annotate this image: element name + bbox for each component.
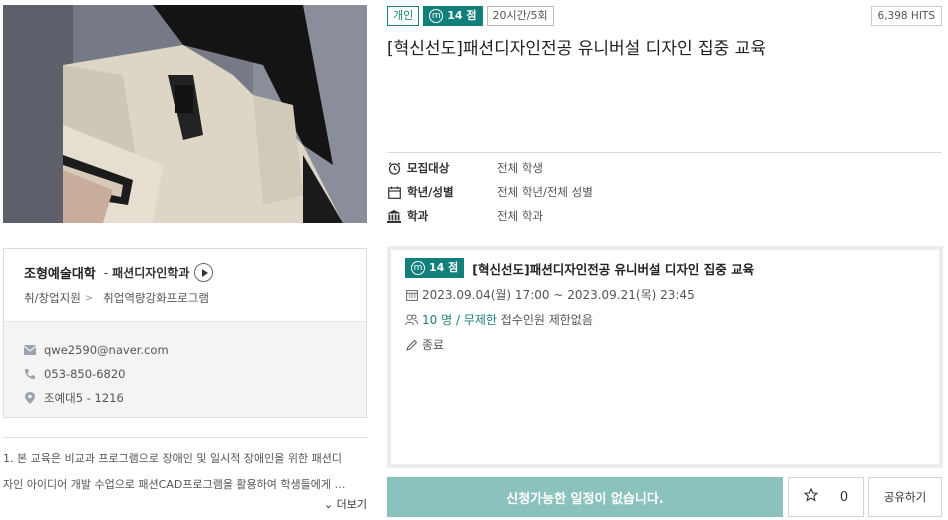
points-text: 14 점 xyxy=(447,9,477,22)
schedule-points-text: 14 점 xyxy=(429,261,459,274)
program-info: 모집대상 전체 학생 학년/성별 전체 학년/전체 성별 학과 전체 학과 xyxy=(387,156,593,228)
info-label: 모집대상 xyxy=(407,161,450,175)
schedule-box: m 14 점 [혁신선도]패션디자인전공 유니버설 디자인 집중 교육 2023… xyxy=(387,246,943,468)
info-label: 학과 xyxy=(407,209,429,223)
share-button[interactable]: 공유하기 xyxy=(868,477,942,517)
phone-icon xyxy=(24,368,36,380)
phone-text: 053-850-6820 xyxy=(44,367,126,381)
program-badges: 개인 m 14 점 20시간/5회 xyxy=(387,6,554,26)
info-row-grade: 학년/성별 전체 학년/전체 성별 xyxy=(387,180,593,204)
email-text[interactable]: qwe2590@naver.com xyxy=(44,343,169,357)
capacity-note: 접수인원 제한없음 xyxy=(500,313,593,327)
info-value: 전체 학년/전체 성별 xyxy=(497,185,593,199)
more-button[interactable]: ⌄ 더보기 xyxy=(324,496,367,512)
department-link-icon[interactable] xyxy=(194,263,214,282)
schedule-period: 2023.09.04(월) 17:00 ~ 2023.09.21(목) 23:4… xyxy=(422,288,695,302)
alarm-clock-icon xyxy=(387,161,401,175)
building-icon xyxy=(387,209,401,223)
location-row: 조예대5 - 1216 xyxy=(24,386,346,410)
info-label: 학년/성별 xyxy=(407,185,454,199)
info-row-department: 학과 전체 학과 xyxy=(387,204,593,228)
description-line-2: 자인 아이디어 개발 수업으로 패션CAD프로그램을 활용하여 학생들에게 … xyxy=(3,478,346,491)
map-pin-icon xyxy=(24,392,36,404)
department-name[interactable]: 패션디자인학과 xyxy=(112,264,189,281)
schedule-period-row: 2023.09.04(월) 17:00 ~ 2023.09.21(목) 23:4… xyxy=(405,286,925,303)
calendar-icon xyxy=(405,288,418,301)
mileage-icon: m xyxy=(429,9,444,23)
category-label[interactable]: 취/창업지원 xyxy=(24,290,81,306)
info-row-target: 모집대상 전체 학생 xyxy=(387,156,593,180)
duration-badge: 20시간/5회 xyxy=(486,6,554,26)
schedule-title: [혁신선도]패션디자인전공 유니버설 디자인 집중 교육 xyxy=(472,261,755,277)
envelope-icon xyxy=(24,344,36,356)
info-value: 전체 학생 xyxy=(497,161,543,175)
schedule-capacity-row: 10 명 / 무제한 접수인원 제한없음 xyxy=(405,311,925,328)
pencil-icon xyxy=(405,338,418,351)
department-card: 조형예술대학 - 패션디자인학과 취/창업지원 > 취업역량강화프로그램 qwe… xyxy=(3,248,367,418)
apply-button[interactable]: 신청가능한 일정이 없습니다. xyxy=(387,477,783,517)
dept-separator: - xyxy=(103,265,109,280)
star-icon xyxy=(803,487,819,506)
info-value: 전체 학과 xyxy=(497,209,543,223)
schedule-status-row: 종료 xyxy=(405,336,925,353)
capacity-count: 10 명 / 무제한 xyxy=(422,313,497,327)
subcategory-label[interactable]: 취업역량강화프로그램 xyxy=(103,290,209,306)
program-photo xyxy=(3,5,367,223)
chevron-right-icon: > xyxy=(84,292,94,304)
college-name: 조형예술대학 xyxy=(24,267,96,282)
schedule-item[interactable]: m 14 점 [혁신선도]패션디자인전공 유니버설 디자인 집중 교육 2023… xyxy=(391,250,939,361)
hits-counter: 6,398 HITS xyxy=(870,6,942,26)
phone-row: 053-850-6820 xyxy=(24,362,346,386)
divider xyxy=(387,152,942,153)
more-label: 더보기 xyxy=(336,498,367,511)
schedule-points-badge: m 14 점 xyxy=(405,258,465,278)
calendar-icon xyxy=(387,185,401,199)
email-row: qwe2590@naver.com xyxy=(24,338,346,362)
users-icon xyxy=(405,313,418,326)
program-description: 1. 본 교육은 비교과 프로그램으로 장애인 및 일시적 장애인을 위한 패션… xyxy=(3,437,367,511)
mileage-icon: m xyxy=(411,261,425,275)
page-title: [혁신선도]패션디자인전공 유니버설 디자인 집중 교육 xyxy=(387,39,766,59)
favorite-button[interactable]: 0 xyxy=(788,477,864,517)
schedule-status: 종료 xyxy=(422,338,445,352)
location-text: 조예대5 - 1216 xyxy=(44,391,124,405)
points-badge: m 14 점 xyxy=(423,6,483,26)
favorite-count: 0 xyxy=(839,489,849,505)
type-badge: 개인 xyxy=(387,6,420,26)
description-line-1: 1. 본 교육은 비교과 프로그램으로 장애인 및 일시적 장애인을 위한 패션… xyxy=(3,452,342,465)
